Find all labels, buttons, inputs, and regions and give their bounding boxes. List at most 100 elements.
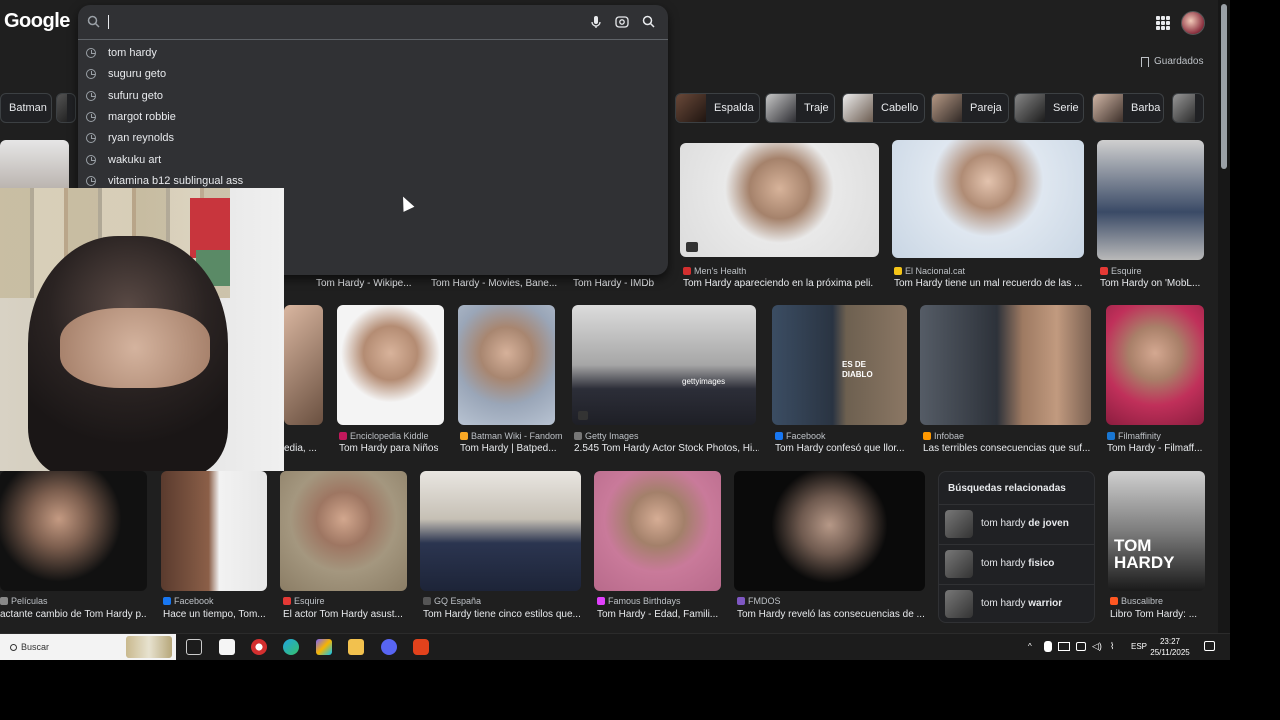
result-image[interactable]: gettyimages bbox=[572, 305, 756, 425]
result-source[interactable]: Infobae bbox=[923, 431, 964, 441]
lens-icon[interactable] bbox=[614, 14, 630, 30]
chip-partial[interactable] bbox=[56, 93, 76, 123]
system-clock[interactable]: 23:27 25/11/2025 bbox=[1150, 636, 1190, 658]
chip-cabello[interactable]: Cabello bbox=[842, 93, 925, 123]
result-image[interactable] bbox=[0, 471, 147, 591]
result-caption[interactable]: Tom Hardy | Batped... bbox=[460, 443, 560, 454]
volume-icon[interactable]: ◁) bbox=[1092, 641, 1102, 652]
getty-watermark: gettyimages bbox=[682, 377, 726, 386]
file-explorer-icon[interactable] bbox=[348, 639, 364, 655]
language-indicator[interactable]: ESP bbox=[1131, 642, 1147, 651]
tray-chevron-icon[interactable]: ^ bbox=[1028, 642, 1032, 651]
result-source[interactable]: El Nacional.cat bbox=[894, 266, 965, 276]
result-image[interactable] bbox=[920, 305, 1091, 425]
pen-icon[interactable]: ⌇ bbox=[1110, 641, 1114, 652]
chip-barba[interactable]: Barba bbox=[1092, 93, 1164, 123]
result-image[interactable] bbox=[734, 471, 925, 591]
result-source[interactable]: Películas bbox=[0, 596, 48, 606]
search-submit-icon[interactable] bbox=[641, 14, 657, 30]
result-caption[interactable]: Tom Hardy - Movies, Bane... bbox=[431, 278, 557, 289]
result-image[interactable] bbox=[594, 471, 721, 591]
discord-icon[interactable] bbox=[381, 639, 397, 655]
result-source[interactable]: GQ España bbox=[423, 596, 481, 606]
result-source[interactable]: FMDOS bbox=[737, 596, 781, 606]
result-caption[interactable]: Tom Hardy - IMDb bbox=[573, 278, 654, 289]
chip-pareja[interactable]: Pareja bbox=[931, 93, 1009, 123]
result-source[interactable]: Facebook bbox=[775, 431, 826, 441]
result-source[interactable]: Enciclopedia Kiddle bbox=[339, 431, 429, 441]
suggestion-item[interactable]: tom hardy bbox=[86, 42, 157, 63]
result-image[interactable] bbox=[284, 305, 323, 425]
suggestion-item[interactable]: suguru geto bbox=[86, 63, 166, 84]
result-image[interactable] bbox=[1097, 140, 1204, 260]
result-image[interactable]: TOM HARDY bbox=[1108, 471, 1205, 591]
result-source[interactable]: Famous Birthdays bbox=[597, 596, 681, 606]
search-input[interactable] bbox=[108, 15, 109, 29]
result-caption[interactable]: Tom Hardy para Niños bbox=[339, 443, 438, 454]
apps-grid-icon[interactable] bbox=[1156, 16, 1170, 30]
meet-icon[interactable] bbox=[1076, 642, 1086, 651]
result-source[interactable]: Getty Images bbox=[574, 431, 639, 441]
chip-traje[interactable]: Traje bbox=[765, 93, 835, 123]
suggestion-item[interactable]: margot robbie bbox=[86, 106, 176, 127]
result-source[interactable]: Esquire bbox=[1100, 266, 1142, 276]
result-source[interactable]: Buscalibre bbox=[1110, 596, 1163, 606]
result-caption[interactable]: Tom Hardy on 'MobL... bbox=[1100, 278, 1205, 289]
result-image[interactable] bbox=[458, 305, 555, 425]
scrollbar[interactable] bbox=[1218, 0, 1230, 633]
chip-partial-right[interactable] bbox=[1172, 93, 1204, 123]
microphone-tray-icon[interactable] bbox=[1044, 641, 1052, 652]
scrollbar-thumb[interactable] bbox=[1221, 4, 1227, 169]
related-item[interactable]: tom hardy de joven bbox=[939, 504, 1094, 542]
suggestion-item[interactable]: ryan reynolds bbox=[86, 127, 174, 148]
result-caption[interactable]: Tom Hardy - Filmaff... bbox=[1107, 443, 1205, 454]
result-caption[interactable]: Tom Hardy - Wikipe... bbox=[316, 278, 412, 289]
network-icon[interactable] bbox=[1058, 642, 1070, 651]
related-item[interactable]: tom hardy warrior bbox=[939, 584, 1094, 622]
result-caption[interactable]: Las terribles consecuencias que suf... bbox=[923, 443, 1091, 454]
result-caption[interactable]: Tom Hardy - Edad, Famili... bbox=[597, 609, 722, 620]
notification-icon[interactable] bbox=[1204, 641, 1215, 651]
result-caption[interactable]: 2.545 Tom Hardy Actor Stock Photos, Hi..… bbox=[574, 443, 759, 454]
result-caption[interactable]: Tom Hardy tiene un mal recuerdo de las .… bbox=[894, 278, 1084, 289]
suggestion-item[interactable]: sufuru geto bbox=[86, 85, 163, 106]
chrome-icon[interactable] bbox=[251, 639, 267, 655]
result-source[interactable]: Esquire bbox=[283, 596, 325, 606]
result-image[interactable] bbox=[420, 471, 581, 591]
result-caption[interactable]: El actor Tom Hardy asust... bbox=[283, 609, 408, 620]
result-image[interactable] bbox=[680, 143, 879, 257]
result-image[interactable] bbox=[280, 471, 407, 591]
copilot-icon[interactable] bbox=[316, 639, 332, 655]
result-caption[interactable]: edia, ... bbox=[284, 443, 319, 454]
result-caption[interactable]: Tom Hardy apareciendo en la próxima peli… bbox=[683, 278, 873, 289]
suggestion-item[interactable]: wakuku art bbox=[86, 149, 161, 170]
microphone-icon[interactable] bbox=[588, 14, 604, 30]
chip-espalda[interactable]: Espalda bbox=[675, 93, 760, 123]
account-avatar[interactable] bbox=[1181, 11, 1205, 35]
result-image[interactable]: ES DE DIABLO bbox=[772, 305, 907, 425]
result-image[interactable] bbox=[337, 305, 444, 425]
result-caption[interactable]: Libro Tom Hardy: ... bbox=[1110, 609, 1205, 620]
brave-icon[interactable] bbox=[413, 639, 429, 655]
result-caption[interactable]: Tom Hardy tiene cinco estilos que... bbox=[423, 609, 583, 620]
chip-batman[interactable]: Batman bbox=[0, 93, 52, 123]
result-image[interactable] bbox=[161, 471, 267, 591]
task-view-icon[interactable] bbox=[186, 639, 202, 655]
result-image[interactable] bbox=[1106, 305, 1204, 425]
result-image[interactable] bbox=[892, 140, 1084, 258]
result-caption[interactable]: Tom Hardy reveló las consecuencias de ..… bbox=[737, 609, 925, 620]
edge-icon[interactable] bbox=[283, 639, 299, 655]
result-caption[interactable]: actante cambio de Tom Hardy p... bbox=[0, 609, 147, 620]
result-source[interactable]: Men's Health bbox=[683, 266, 746, 276]
result-caption[interactable]: Hace un tiempo, Tom... bbox=[163, 609, 268, 620]
result-source[interactable]: Filmaffinity bbox=[1107, 431, 1161, 441]
store-icon[interactable] bbox=[219, 639, 235, 655]
chip-serie[interactable]: Serie bbox=[1014, 93, 1084, 123]
result-source[interactable]: Batman Wiki - Fandom bbox=[460, 431, 563, 441]
google-logo[interactable]: Google bbox=[4, 10, 70, 33]
saved-link[interactable]: Guardados bbox=[1141, 56, 1203, 67]
result-caption[interactable]: Tom Hardy confesó que llor... bbox=[775, 443, 910, 454]
taskbar-search[interactable]: Buscar bbox=[0, 634, 176, 660]
result-source[interactable]: Facebook bbox=[163, 596, 214, 606]
related-item[interactable]: tom hardy fisico bbox=[939, 544, 1094, 582]
